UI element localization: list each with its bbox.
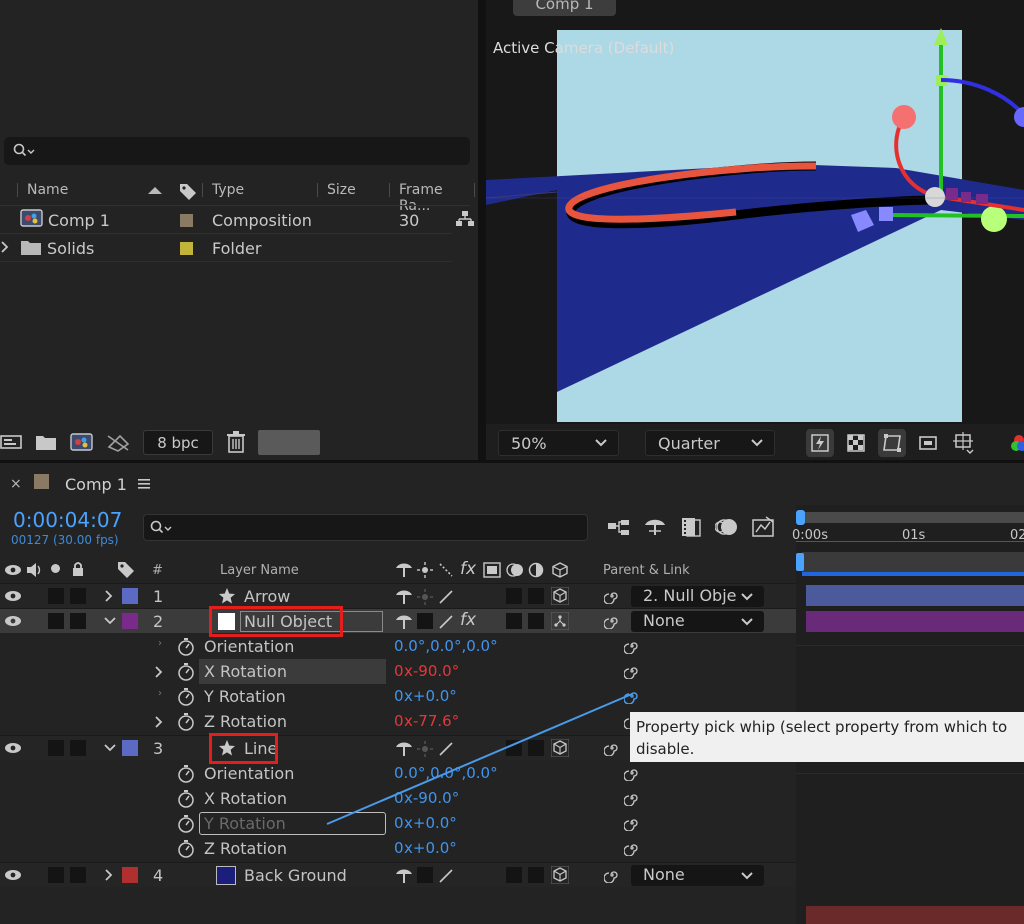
color-swatch-button[interactable] bbox=[258, 430, 320, 455]
column-parent-link[interactable]: Parent & Link bbox=[603, 563, 690, 578]
motion-blur-switch-icon[interactable] bbox=[506, 561, 524, 579]
column-size[interactable]: Size bbox=[327, 182, 356, 198]
frame-blend-switch-icon[interactable] bbox=[483, 562, 501, 578]
project-panel: Name Type Size Frame Ra... Comp 1 Compos… bbox=[0, 0, 478, 460]
panel-menu-icon[interactable] bbox=[137, 477, 151, 491]
project-footer: 8 bpc bbox=[0, 428, 478, 458]
layer-bar-arrow[interactable] bbox=[806, 585, 1024, 606]
chevron-down-icon bbox=[750, 435, 764, 454]
magnification-select[interactable]: 50% bbox=[498, 430, 619, 456]
graph-editor-icon[interactable] bbox=[751, 516, 777, 538]
quality-switch-icon[interactable] bbox=[438, 562, 454, 578]
frame-count-display: 00127 (30.00 fps) bbox=[11, 533, 119, 547]
item-frame-rate: 30 bbox=[399, 211, 420, 230]
timeline-tab[interactable]: Comp 1 bbox=[65, 475, 127, 494]
new-folder-icon[interactable] bbox=[35, 433, 57, 451]
close-tab-icon[interactable]: × bbox=[10, 476, 22, 492]
project-item-comp[interactable]: Comp 1 Composition 30 bbox=[0, 206, 474, 234]
sort-ascending-icon[interactable] bbox=[147, 185, 163, 195]
column-divider[interactable] bbox=[317, 183, 318, 197]
item-name: Solids bbox=[47, 239, 95, 258]
timeline-tab-bar: × Comp 1 bbox=[0, 463, 1024, 505]
magnification-value: 50% bbox=[511, 434, 547, 453]
label-tag-icon[interactable] bbox=[178, 182, 198, 200]
current-time-indicator[interactable] bbox=[796, 553, 804, 571]
lock-icon[interactable] bbox=[71, 561, 85, 577]
panel-divider[interactable] bbox=[478, 0, 486, 460]
video-visibility-icon[interactable] bbox=[4, 564, 22, 576]
fast-preview-button[interactable] bbox=[806, 429, 834, 457]
layer-bar-null-object[interactable] bbox=[806, 611, 1024, 632]
item-type: Folder bbox=[212, 239, 262, 258]
project-item-solids[interactable]: Solids Folder bbox=[0, 234, 470, 262]
effects-switch-icon[interactable]: fx bbox=[460, 559, 476, 579]
region-of-interest-button[interactable] bbox=[914, 429, 942, 457]
tooltip: Property pick whip (select property from… bbox=[630, 712, 1024, 762]
timeline-panel: × Comp 1 0:00:04:07 00127 (30.00 fps) # … bbox=[0, 463, 1024, 924]
comp-mini-flowchart-icon[interactable] bbox=[607, 518, 633, 538]
checkerboard-icon bbox=[847, 434, 865, 452]
current-time-display[interactable]: 0:00:04:07 bbox=[13, 508, 122, 532]
viewer-toolbar: 50% Quarter bbox=[486, 424, 1024, 460]
shy-layers-icon[interactable] bbox=[643, 516, 667, 538]
work-area-start-handle[interactable] bbox=[796, 510, 805, 525]
item-name: Comp 1 bbox=[48, 211, 110, 230]
resolution-select[interactable]: Quarter bbox=[645, 430, 775, 456]
active-camera-label: Active Camera (Default) bbox=[493, 39, 675, 57]
viewer-canvas[interactable] bbox=[486, 20, 1024, 422]
column-number[interactable]: # bbox=[152, 563, 163, 578]
region-icon bbox=[919, 436, 937, 450]
project-search-input[interactable] bbox=[4, 137, 470, 165]
comp-label-swatch bbox=[34, 474, 49, 489]
layer-bar-back-ground[interactable] bbox=[806, 906, 1024, 924]
timeline-column-header: # Layer Name fx Parent & Link bbox=[0, 559, 796, 583]
collapse-switch-icon[interactable] bbox=[417, 562, 433, 578]
fast-preview-icon bbox=[811, 434, 829, 452]
column-divider[interactable] bbox=[389, 183, 390, 197]
interpret-footage-icon[interactable] bbox=[0, 433, 24, 451]
solo-icon[interactable] bbox=[51, 564, 60, 573]
viewer-tab[interactable]: Comp 1 bbox=[513, 0, 616, 16]
audio-icon[interactable] bbox=[26, 562, 44, 578]
label-tag-icon[interactable] bbox=[116, 560, 136, 578]
render-icon[interactable] bbox=[106, 432, 132, 452]
shy-switch-icon[interactable] bbox=[395, 561, 413, 579]
grid-icon bbox=[953, 432, 974, 454]
column-divider[interactable] bbox=[202, 183, 203, 197]
folder-icon bbox=[20, 238, 42, 256]
resolution-value: Quarter bbox=[658, 434, 720, 453]
transparency-grid-button[interactable] bbox=[842, 429, 870, 457]
item-type: Composition bbox=[212, 211, 312, 230]
search-icon[interactable] bbox=[12, 142, 38, 160]
column-divider[interactable] bbox=[17, 183, 18, 197]
label-swatch[interactable] bbox=[180, 214, 193, 227]
trash-icon[interactable] bbox=[226, 431, 246, 453]
mask-path-icon bbox=[883, 434, 901, 452]
bit-depth-button[interactable]: 8 bpc bbox=[143, 430, 213, 455]
timeline-search-input[interactable] bbox=[143, 514, 588, 541]
chevron-down-icon bbox=[594, 435, 608, 454]
composition-viewer: Comp 1 Active Camera (Default) 50% Quart… bbox=[486, 0, 1024, 460]
column-layer-name[interactable]: Layer Name bbox=[220, 563, 299, 578]
work-area-bar[interactable] bbox=[800, 512, 1024, 523]
composition-icon bbox=[20, 208, 44, 230]
label-swatch[interactable] bbox=[180, 242, 193, 255]
frame-blending-icon[interactable] bbox=[679, 516, 703, 538]
column-divider[interactable] bbox=[474, 183, 475, 197]
search-icon[interactable] bbox=[150, 520, 174, 536]
flowchart-icon[interactable] bbox=[455, 210, 475, 228]
tooltip-text: Property pick whip (select property from… bbox=[636, 718, 1008, 758]
column-name[interactable]: Name bbox=[27, 182, 68, 198]
grid-guides-button[interactable] bbox=[950, 429, 978, 457]
motion-blur-icon[interactable] bbox=[715, 516, 739, 538]
adjustment-layer-icon[interactable] bbox=[528, 562, 544, 578]
mask-visibility-button[interactable] bbox=[878, 429, 906, 457]
color-channels-icon[interactable] bbox=[1011, 434, 1024, 452]
chevron-right-icon[interactable] bbox=[0, 240, 10, 254]
column-type[interactable]: Type bbox=[212, 182, 244, 198]
3d-layer-icon[interactable] bbox=[552, 562, 568, 578]
new-composition-icon[interactable] bbox=[70, 432, 94, 452]
